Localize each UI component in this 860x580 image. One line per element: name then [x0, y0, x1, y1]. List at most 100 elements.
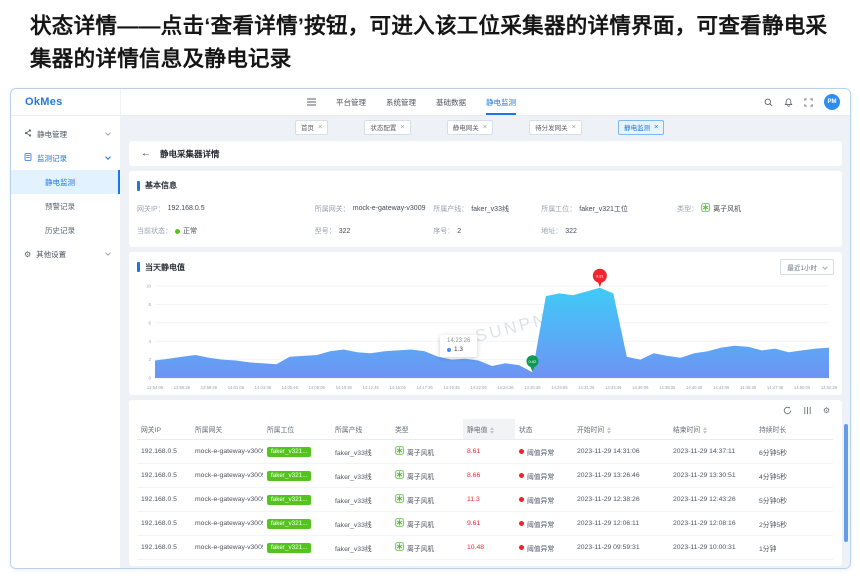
sidebar-group-其他设置[interactable]: ⚙其他设置	[11, 242, 120, 266]
status-label: 阈值异常	[527, 471, 554, 481]
tab-close-icon[interactable]: ×	[318, 123, 322, 131]
station-tag: faker_v321...	[267, 519, 311, 529]
cell-value: 8.61	[463, 440, 515, 464]
tab-close-icon[interactable]: ×	[654, 123, 658, 131]
sort-icon[interactable]	[703, 427, 707, 434]
cell-type: 离子风机	[391, 440, 463, 464]
cell-value: 11.3	[463, 488, 515, 512]
sidebar-group-监测记录[interactable]: 监测记录	[11, 146, 120, 170]
records-table: 网关IP所属网关所属工位所属产线类型静电值状态开始时间结束时间持续时长 192.…	[137, 419, 833, 560]
gear-icon[interactable]: ⚙	[823, 407, 830, 415]
status-label: 阈值异常	[527, 519, 554, 529]
status-cell: 阈值异常	[519, 471, 554, 481]
info-field-value: 192.168.0.5	[168, 205, 205, 212]
sort-up-icon	[703, 427, 707, 430]
status-label: 阈值异常	[527, 447, 554, 457]
info-field-value: 322	[565, 228, 577, 235]
cell-gateway: mock-e-gateway-v3009	[191, 488, 263, 512]
column-header-label: 所属产线	[335, 427, 362, 434]
column-header-所属网关: 所属网关	[191, 419, 263, 440]
static-value-chart: 0246810SUNPN讯鹏13:54:0613:56:2613:58:4614…	[137, 280, 833, 392]
column-header-网关IP: 网关IP	[137, 419, 191, 440]
tab-close-icon[interactable]: ×	[400, 123, 404, 131]
svg-text:0.62: 0.62	[529, 359, 538, 364]
area-chart-svg: 0246810SUNPN讯鹏13:54:0613:56:2613:58:4614…	[137, 280, 833, 392]
cell-type: 离子风机	[391, 464, 463, 488]
svg-text:14:29:06: 14:29:06	[551, 385, 568, 390]
nav-item-基础数据[interactable]: 基础数据	[436, 89, 466, 115]
info-field-网关IP: 网关IP：192.168.0.5	[137, 203, 315, 214]
back-arrow-icon[interactable]: ←	[141, 149, 151, 159]
sidebar-group-静电管理[interactable]: 静电管理	[11, 122, 120, 146]
tab-状态配置[interactable]: 状态配置×	[364, 120, 410, 135]
sort-icon[interactable]	[607, 427, 611, 434]
svg-text:14:17:26: 14:17:26	[416, 385, 433, 390]
column-header-持续时长: 持续时长	[755, 419, 833, 440]
tab-label: 静电监测	[624, 122, 650, 132]
cell-type: 离子风机	[391, 512, 463, 536]
search-icon[interactable]	[764, 98, 773, 107]
column-header-label: 状态	[519, 427, 533, 434]
sidebar-group-label: 其他设置	[36, 249, 66, 260]
bell-icon[interactable]	[784, 98, 793, 107]
fan-icon	[395, 446, 404, 457]
column-header-label: 所属网关	[195, 427, 222, 434]
svg-text:9.81: 9.81	[596, 273, 605, 278]
type-label: 离子风机	[407, 495, 434, 505]
nav-item-系统管理[interactable]: 系统管理	[386, 89, 416, 115]
tab-close-icon[interactable]: ×	[572, 123, 576, 131]
svg-text:14:47:46: 14:47:46	[767, 385, 784, 390]
fullscreen-icon[interactable]	[804, 98, 813, 107]
sidebar-item-静电监测[interactable]: 静电监测	[11, 170, 120, 194]
type-cell: 离子风机	[395, 542, 434, 553]
tab-静电网关[interactable]: 静电网关×	[447, 120, 493, 135]
svg-text:14:38:26: 14:38:26	[659, 385, 676, 390]
cell-ip: 192.168.0.5	[137, 464, 191, 488]
cell-end: 2023-11-29 13:30:51	[669, 464, 755, 488]
info-field-label: 网关IP：	[137, 204, 165, 214]
svg-text:14:31:26: 14:31:26	[578, 385, 595, 390]
scrollbar-thumb[interactable]	[844, 424, 848, 542]
column-header-静电值[interactable]: 静电值	[463, 419, 515, 440]
fan-icon	[395, 470, 404, 481]
sort-down-icon	[490, 431, 494, 434]
info-field-label: 类型：	[677, 204, 698, 214]
time-range-value: 最近1小时	[787, 262, 817, 272]
tab-待分发网关[interactable]: 待分发网关×	[529, 120, 582, 135]
svg-text:14:36:06: 14:36:06	[632, 385, 649, 390]
refresh-icon[interactable]	[783, 406, 792, 415]
tab-bar: 首页× 状态配置× 静电网关× 待分发网关× 静电监测 ×	[121, 116, 850, 138]
tab-静电监测[interactable]: 静电监测 ×	[618, 120, 664, 135]
info-field-label: 地址：	[541, 226, 562, 236]
info-field-label: 当前状态：	[137, 226, 172, 236]
chevron-down-icon	[105, 250, 111, 256]
column-header-结束时间[interactable]: 结束时间	[669, 419, 755, 440]
cell-end: 2023-11-29 12:43:26	[669, 488, 755, 512]
tab-首页[interactable]: 首页×	[295, 120, 328, 135]
basic-info-row-2: 当前状态：正常型号：322序号：2地址：322	[137, 226, 834, 236]
sort-down-icon	[607, 431, 611, 434]
time-range-select[interactable]: 最近1小时	[780, 259, 834, 275]
column-header-类型: 类型	[391, 419, 463, 440]
nav-item-静电监测[interactable]: 静电监测	[486, 89, 516, 115]
cell-gateway: mock-e-gateway-v3009	[191, 440, 263, 464]
type-label: 离子风机	[407, 519, 434, 529]
info-field-地址: 地址：322	[541, 226, 834, 236]
cell-status: 阈值异常	[515, 536, 573, 560]
avatar[interactable]: PM	[824, 94, 840, 110]
page-title: 静电采集器详情	[160, 148, 220, 160]
table-row: 192.168.0.5mock-e-gateway-v3009faker_v32…	[137, 512, 833, 536]
cell-start: 2023-11-29 09:59:31	[573, 536, 669, 560]
column-settings-icon[interactable]	[803, 406, 812, 415]
sidebar-item-历史记录[interactable]: 历史记录	[11, 218, 120, 242]
column-header-label: 持续时长	[759, 427, 786, 434]
section-accent-bar	[137, 262, 140, 272]
svg-text:14:33:46: 14:33:46	[605, 385, 622, 390]
menu-collapse-icon[interactable]	[307, 89, 316, 115]
chart-card: 当天静电值 最近1小时 0246810SUNPN讯鹏13:54:0613:56:…	[129, 252, 842, 395]
tab-close-icon[interactable]: ×	[483, 123, 487, 131]
nav-item-平台管理[interactable]: 平台管理	[336, 89, 366, 115]
column-header-开始时间[interactable]: 开始时间	[573, 419, 669, 440]
sort-icon[interactable]	[490, 427, 494, 434]
sidebar-item-预警记录[interactable]: 预警记录	[11, 194, 120, 218]
